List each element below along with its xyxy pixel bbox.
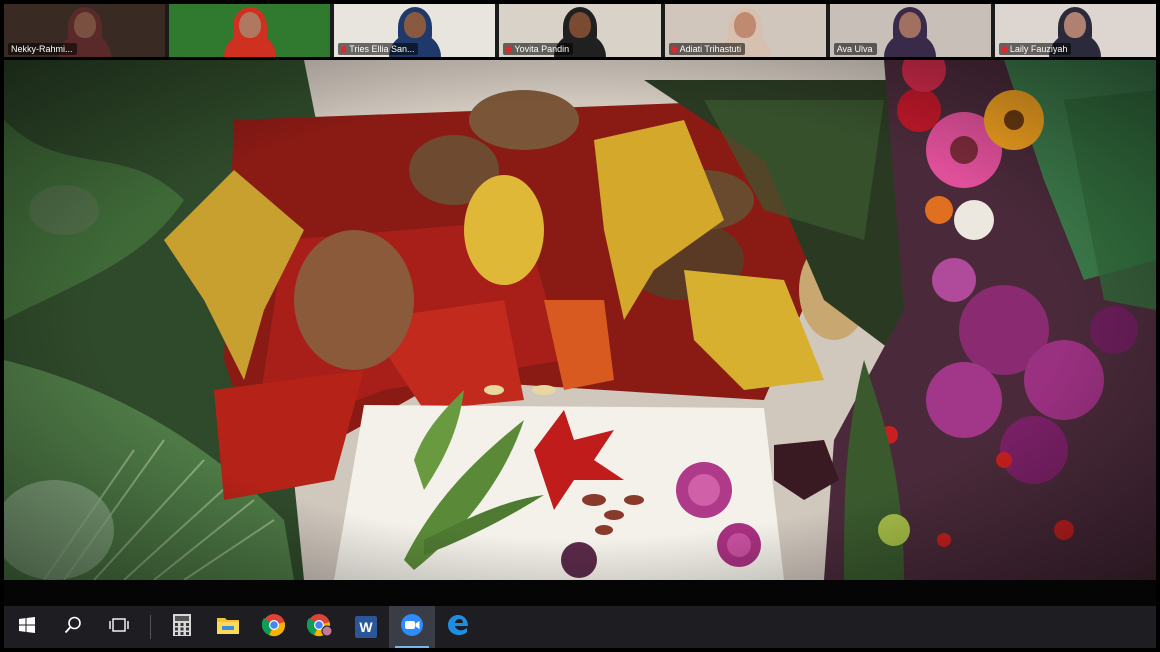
search-icon <box>64 616 82 639</box>
word-icon: W <box>355 616 377 638</box>
participant-name: Adiati Trihastuti <box>668 43 746 55</box>
participant-face <box>238 12 261 38</box>
start-button[interactable] <box>4 606 50 648</box>
muted-mic-icon <box>341 45 347 53</box>
chrome-button[interactable] <box>251 606 297 648</box>
participant-name-label: Adiati Trihastuti <box>679 44 742 54</box>
participant-name: Yovita Pandin <box>503 43 574 55</box>
participant-face <box>734 12 757 38</box>
participant-face <box>403 12 426 38</box>
zoom-button[interactable] <box>389 606 435 648</box>
participant-name-label: Nekky-Rahmi... <box>11 44 73 54</box>
participant-tile[interactable]: Laily Fauziyah <box>994 4 1156 57</box>
participant-strip: Nekky-Rahmi... Tries Ellia San... Yovita P… <box>4 4 1156 57</box>
search-button[interactable] <box>50 606 96 648</box>
participant-tile[interactable] <box>169 4 331 57</box>
muted-mic-icon <box>506 45 512 53</box>
windows-start-icon <box>19 616 35 638</box>
participant-name-label: Tries Ellia San... <box>349 44 415 54</box>
task-view-button[interactable] <box>96 606 142 648</box>
participant-tile[interactable]: Yovita Pandin <box>499 4 661 57</box>
zoom-icon <box>400 613 424 642</box>
edge-icon <box>447 614 469 641</box>
chrome-icon <box>261 613 286 642</box>
task-view-icon <box>109 616 129 639</box>
participant-name: Nekky-Rahmi... <box>8 43 77 55</box>
calculator-icon <box>172 613 192 642</box>
file-explorer-button[interactable] <box>205 606 251 648</box>
participant-face <box>73 12 96 38</box>
participant-name: Tries Ellia San... <box>338 43 419 55</box>
participant-face <box>899 12 922 38</box>
edge-button[interactable] <box>435 606 481 648</box>
participant-face <box>568 12 591 38</box>
calculator-button[interactable] <box>159 606 205 648</box>
participant-name-label: Yovita Pandin <box>514 44 570 54</box>
participant-tile[interactable]: Tries Ellia San... <box>334 4 496 57</box>
participant-tile[interactable]: Adiati Trihastuti <box>664 4 826 57</box>
zoom-control-gap <box>4 580 1156 606</box>
chrome-profile-button[interactable] <box>297 606 343 648</box>
muted-mic-icon <box>1001 45 1007 53</box>
participant-name: Laily Fauziyah <box>998 43 1072 55</box>
participant-name: Ava Ulva <box>833 43 877 55</box>
shared-screen[interactable] <box>4 60 1156 580</box>
participant-tile[interactable]: Nekky-Rahmi... <box>4 4 166 57</box>
word-button[interactable]: W <box>343 606 389 648</box>
muted-mic-icon <box>671 45 677 53</box>
chrome-profile-icon <box>306 613 333 642</box>
participant-tile[interactable]: Ava Ulva <box>829 4 991 57</box>
taskbar-divider <box>150 615 151 639</box>
file-explorer-icon <box>216 615 240 640</box>
shared-screen-image <box>4 60 1156 580</box>
participant-name-label: Laily Fauziyah <box>1009 44 1068 54</box>
participant-face <box>1064 12 1087 38</box>
participant-name-label: Ava Ulva <box>836 44 873 54</box>
windows-taskbar: W <box>4 606 1156 648</box>
